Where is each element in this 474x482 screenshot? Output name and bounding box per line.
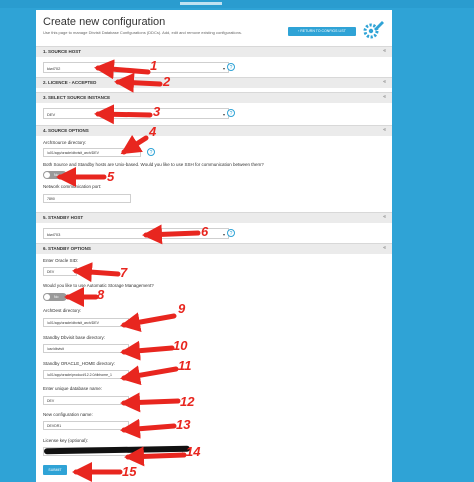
standby-host-value: kiwi703 [47, 232, 61, 237]
ssh-question: Both Source and Standby hosts are Unix-b… [43, 162, 264, 167]
help-icon[interactable]: ? [227, 109, 235, 117]
panel-header: Create new configuration Use this page t… [36, 10, 392, 46]
top-strip [0, 0, 474, 8]
section-source-options[interactable]: 4. SOURCE OPTIONS « [36, 125, 392, 136]
port-input[interactable]: 7890 [43, 194, 131, 203]
archsource-input[interactable]: /u01/app/oracle/dbvisit_arch/DEV [43, 148, 141, 157]
help-icon[interactable]: ? [227, 63, 235, 71]
asm-toggle[interactable]: No [43, 293, 67, 301]
toggle-knob [44, 294, 50, 300]
section-licence-label: 2. LICENCE - ACCEPTED [43, 80, 97, 85]
source-host-select[interactable]: kiwi702 ▾ [43, 62, 229, 73]
help-icon[interactable]: ? [147, 148, 155, 156]
annotation-number: 15 [122, 464, 137, 479]
section-standby-host-label: 5. STANDBY HOST [43, 215, 84, 220]
chevron-down-icon: ▾ [222, 66, 225, 71]
configuration-panel: Create new configuration Use this page t… [36, 10, 392, 482]
section-source-host-label: 1. SOURCE HOST [43, 49, 82, 54]
annotation-number: 9 [178, 301, 186, 316]
oracle-home-label: Standby ORACLE_HOME directory: [43, 361, 116, 366]
annotation-number: 5 [107, 169, 115, 184]
config-name-label: New configuration name: [43, 412, 93, 417]
annotation-number: 3 [153, 104, 161, 119]
annotation-number: 11 [178, 358, 192, 373]
annotation-number: 2 [163, 74, 171, 89]
collapse-icon[interactable]: « [383, 245, 386, 251]
oracle-home-input[interactable]: /u01/app/oracle/product/12.2.0/dbhome_1 [43, 370, 129, 379]
section-source-instance-label: 3. SELECT SOURCE INSTANCE [43, 95, 111, 100]
chevron-down-icon: ▾ [222, 112, 225, 117]
oracle-sid-input[interactable]: DEV [43, 267, 77, 276]
unique-name-label: Enter unique database name: [43, 386, 103, 391]
section-licence[interactable]: 2. LICENCE - ACCEPTED « [36, 77, 392, 88]
annotation-number: 7 [120, 265, 128, 280]
source-instance-select[interactable]: DEV ▾ [43, 108, 229, 119]
source-instance-value: DEV [47, 112, 56, 117]
collapse-icon[interactable]: « [383, 48, 386, 54]
collapse-icon[interactable]: « [383, 214, 386, 220]
annotation-number: 1 [150, 58, 158, 73]
collapse-icon[interactable]: « [383, 79, 386, 85]
page-subtitle: Use this page to manage Dbvisit Database… [43, 30, 242, 35]
toggle-state: No [54, 295, 59, 299]
section-standby-options-label: 6. STANDBY OPTIONS [43, 246, 91, 251]
archsource-label: ArchSource directory: [43, 140, 87, 145]
return-to-configs-label: RETURN TO CONFIGS LIST [300, 29, 346, 33]
annotation-number: 12 [180, 394, 195, 409]
annotation-number: 6 [201, 224, 209, 239]
annotation-number: 10 [173, 338, 188, 353]
toggle-knob [44, 172, 50, 178]
archdest-input[interactable]: /u01/app/oracle/dbvisit_arch/DEV [43, 318, 129, 327]
top-tab-highlight [180, 2, 222, 5]
collapse-icon[interactable]: « [383, 127, 386, 133]
page-title: Create new configuration [43, 16, 166, 28]
help-icon[interactable]: ? [227, 229, 235, 237]
submit-button[interactable]: SUBMIT [43, 465, 67, 475]
toggle-state: No [54, 173, 59, 177]
archdest-label: ArchDest directory: [43, 308, 82, 313]
section-source-instance[interactable]: 3. SELECT SOURCE INSTANCE « [36, 92, 392, 103]
section-source-host[interactable]: 1. SOURCE HOST « [36, 46, 392, 57]
port-label: Network communication port: [43, 184, 102, 189]
return-to-configs-button[interactable]: ‹ RETURN TO CONFIGS LIST [288, 27, 356, 36]
license-key-label: License key (optional): [43, 438, 89, 443]
annotation-number: 14 [186, 444, 201, 459]
annotation-number: 4 [149, 124, 157, 139]
section-source-options-label: 4. SOURCE OPTIONS [43, 128, 89, 133]
annotation-number: 8 [97, 287, 105, 302]
gear-pencil-icon [363, 21, 384, 39]
oracle-sid-label: Enter Oracle SID: [43, 258, 79, 263]
collapse-icon[interactable]: « [383, 94, 386, 100]
annotation-number: 13 [176, 417, 191, 432]
unique-name-input[interactable]: DEV [43, 396, 129, 405]
chevron-down-icon: ▾ [222, 232, 225, 237]
section-standby-options[interactable]: 6. STANDBY OPTIONS « [36, 243, 392, 254]
standby-base-label: Standby Dbvisit base directory: [43, 335, 106, 340]
source-host-value: kiwi702 [47, 66, 61, 71]
standby-base-input[interactable]: /usr/dbvisit [43, 344, 129, 353]
config-name-input[interactable]: DEVDR1 [43, 421, 129, 430]
ssh-toggle[interactable]: No [43, 171, 67, 179]
section-standby-host[interactable]: 5. STANDBY HOST « [36, 212, 392, 223]
